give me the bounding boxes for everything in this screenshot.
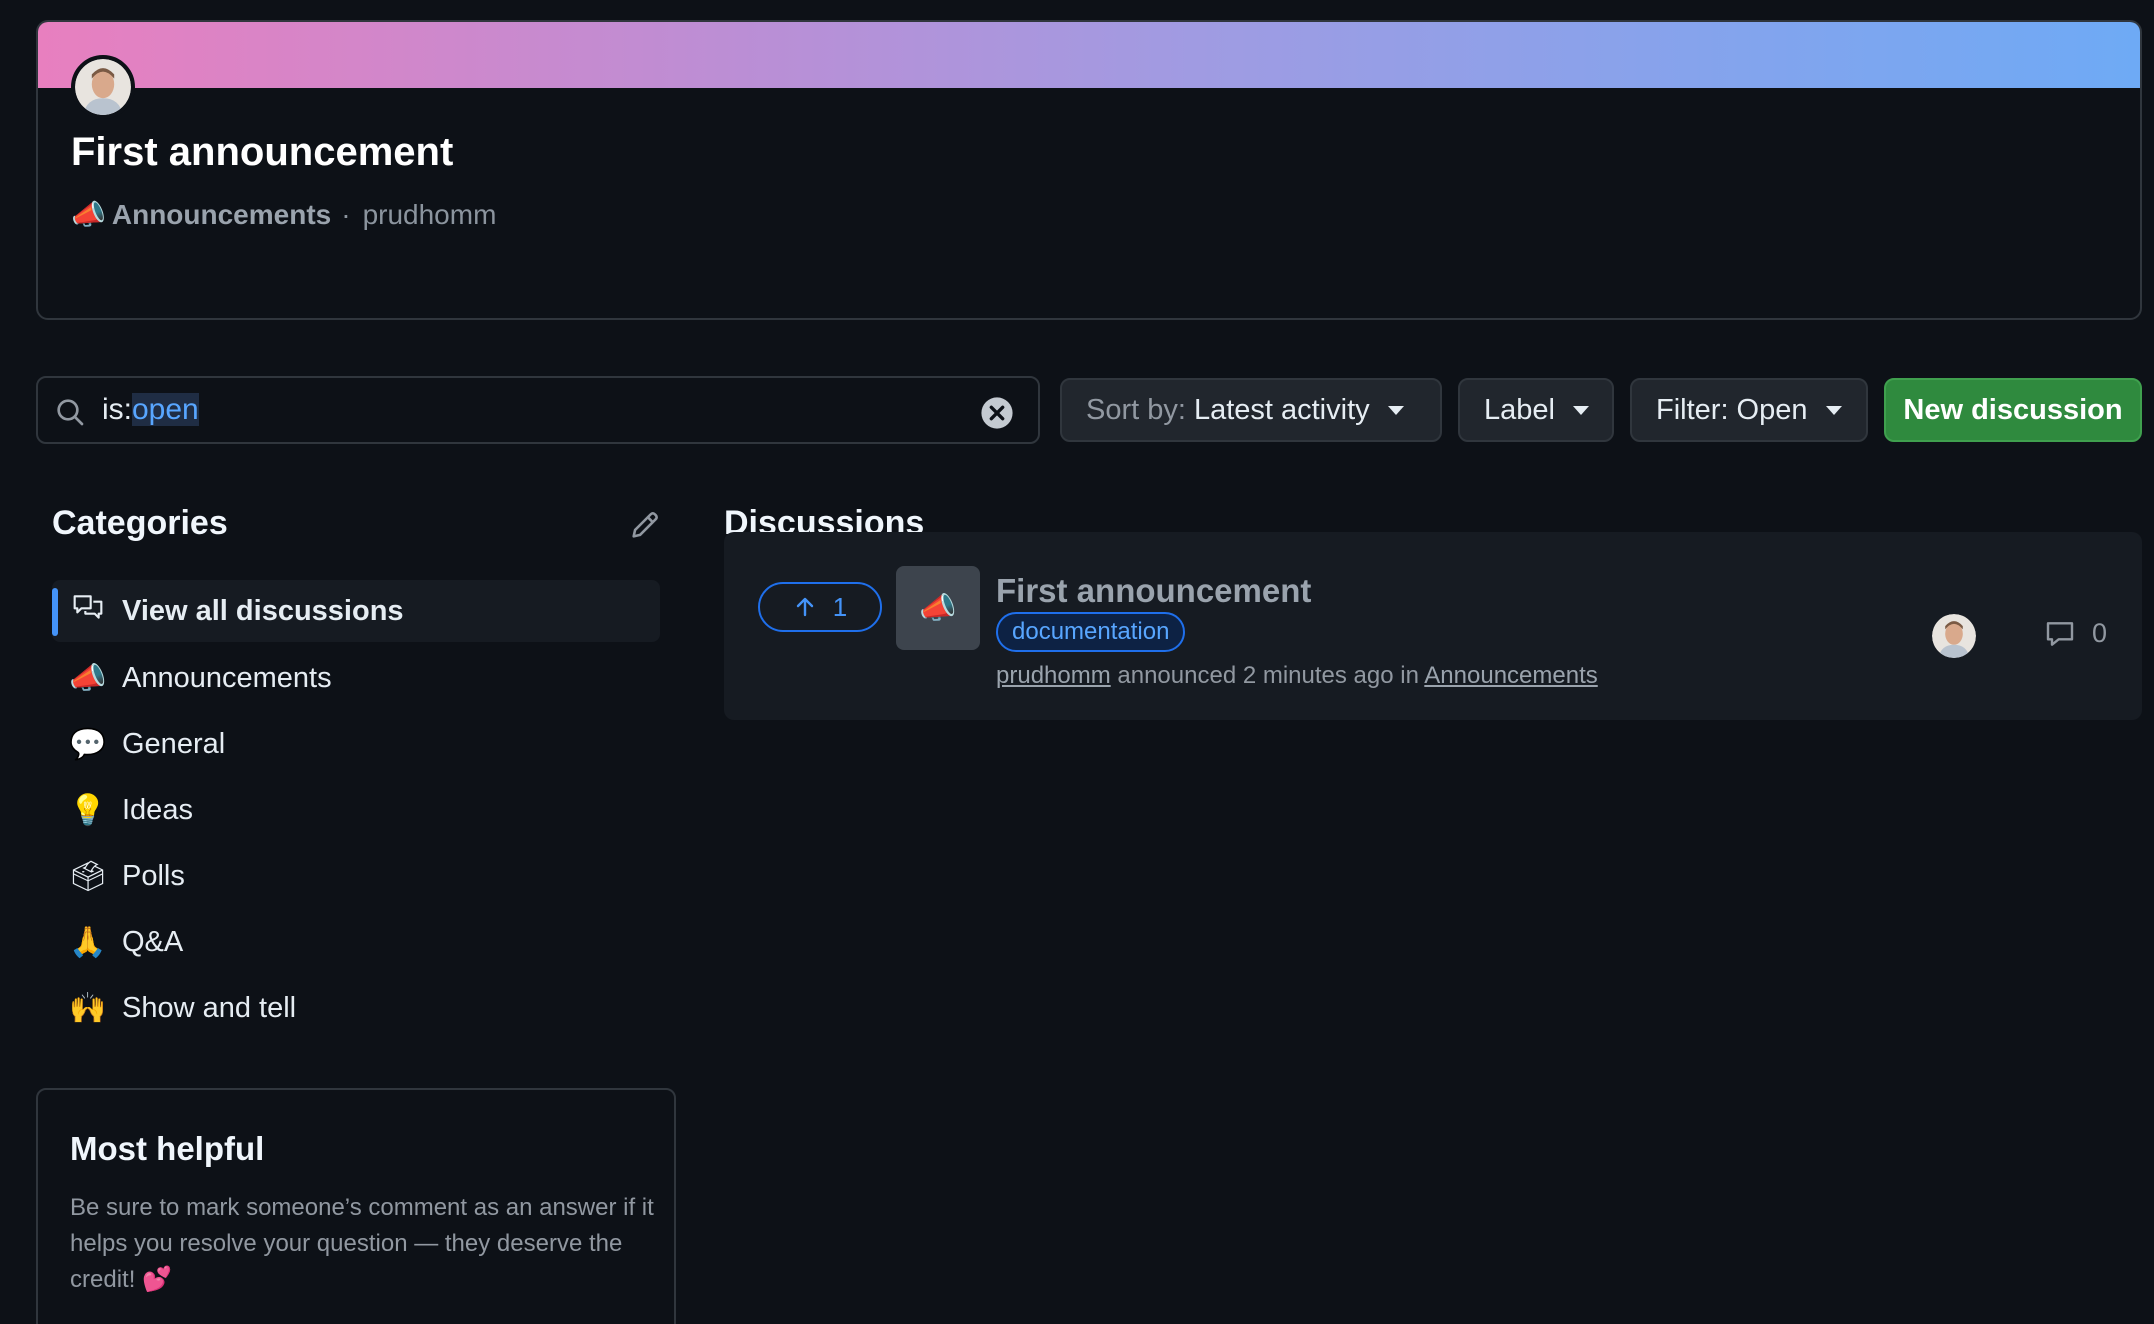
label-dropdown[interactable]: Label: [1458, 378, 1614, 442]
announcement-author[interactable]: prudhomm: [363, 199, 497, 231]
search-icon: [57, 399, 84, 426]
sort-value: Latest activity: [1193, 393, 1370, 426]
avatar-image: [1932, 614, 1976, 658]
author-avatar[interactable]: [71, 55, 135, 119]
category-label: Show and tell: [122, 991, 297, 1024]
category-item-ideas[interactable]: 💡 Ideas: [52, 778, 660, 842]
light-bulb-icon: 💡: [69, 792, 107, 828]
search-query: is:open: [102, 393, 199, 427]
comment-icon: [2046, 622, 2074, 646]
category-emoji-thumbnail: 📣: [896, 566, 980, 650]
category-label: View all discussions: [122, 594, 404, 627]
upvote-button[interactable]: 1: [758, 582, 882, 632]
categories-heading: Categories: [52, 504, 228, 542]
categories-list: View all discussions 📣 Announcements 💬 G…: [52, 580, 660, 1042]
meta-separator: ·: [341, 198, 351, 230]
caret-down-icon: [1387, 405, 1404, 415]
discussion-meta: prudhomm announced 2 minutes ago in Anno…: [996, 662, 1598, 690]
discussion-author-link[interactable]: prudhomm: [996, 662, 1111, 689]
pencil-icon[interactable]: [628, 508, 662, 542]
megaphone-icon: 📣: [71, 198, 106, 231]
raised-hands-icon: 🙌: [69, 990, 107, 1026]
most-helpful-title: Most helpful: [70, 1130, 265, 1167]
caret-down-icon: [1572, 405, 1589, 415]
discussion-list-item[interactable]: 1 📣 First announcement documentation pru…: [724, 532, 2142, 720]
avatar-image: [75, 59, 131, 115]
upvote-count: 1: [832, 591, 848, 622]
category-label: Polls: [122, 859, 185, 892]
announcement-meta: 📣 Announcements · prudhomm: [71, 198, 496, 231]
category-label: Q&A: [122, 925, 184, 958]
search-input[interactable]: is:open: [36, 376, 1040, 444]
discussion-category-link[interactable]: Announcements: [1424, 662, 1597, 689]
most-helpful-text: Be sure to mark someone’s comment as an …: [70, 1194, 654, 1293]
speech-bubble-icon: 💬: [69, 726, 107, 762]
filter-button-text: Filter: Open: [1656, 393, 1808, 426]
filter-dropdown[interactable]: Filter: Open: [1630, 378, 1868, 442]
comment-count: 0: [2092, 618, 2108, 648]
announcement-banner: [38, 22, 2140, 88]
category-item-qa[interactable]: 🙏 Q&A: [52, 910, 660, 974]
search-query-prefix: is:: [102, 393, 132, 426]
category-item-show-and-tell[interactable]: 🙌 Show and tell: [52, 976, 660, 1040]
announcement-title: First announcement: [71, 130, 454, 174]
most-helpful-card: Most helpful Be sure to mark someone’s c…: [36, 1088, 676, 1324]
category-item-announcements[interactable]: 📣 Announcements: [52, 646, 660, 710]
category-label: General: [122, 727, 226, 760]
sort-prefix: Sort by:: [1086, 393, 1186, 426]
category-label: Ideas: [122, 793, 193, 826]
search-query-highlight: open: [132, 393, 199, 426]
category-item-view-all[interactable]: View all discussions: [52, 580, 660, 642]
arrow-up-icon: [796, 597, 813, 617]
category-item-general[interactable]: 💬 General: [52, 712, 660, 776]
clear-search-icon[interactable]: [980, 396, 1014, 430]
megaphone-icon: 📣: [69, 660, 107, 696]
ballot-box-icon: 🗳: [68, 858, 108, 894]
folded-hands-icon: 🙏: [69, 924, 107, 960]
label-button-text: Label: [1484, 393, 1555, 426]
new-discussion-button[interactable]: New discussion: [1884, 378, 2142, 442]
announcement-card: First announcement 📣 Announcements · pru…: [36, 20, 2142, 320]
discussions-icon: [68, 592, 108, 630]
label-badge[interactable]: documentation: [996, 612, 1186, 652]
category-item-polls[interactable]: 🗳 Polls: [52, 844, 660, 908]
announcement-category-link[interactable]: Announcements: [112, 199, 331, 231]
participant-avatar[interactable]: [1932, 614, 1976, 658]
discussion-action-text: announced 2 minutes ago in: [1117, 662, 1419, 689]
discussion-title-link[interactable]: First announcement: [996, 572, 1311, 610]
sort-dropdown[interactable]: Sort by: Latest activity: [1060, 378, 1442, 442]
category-label: Announcements: [122, 661, 332, 694]
caret-down-icon: [1825, 405, 1842, 415]
